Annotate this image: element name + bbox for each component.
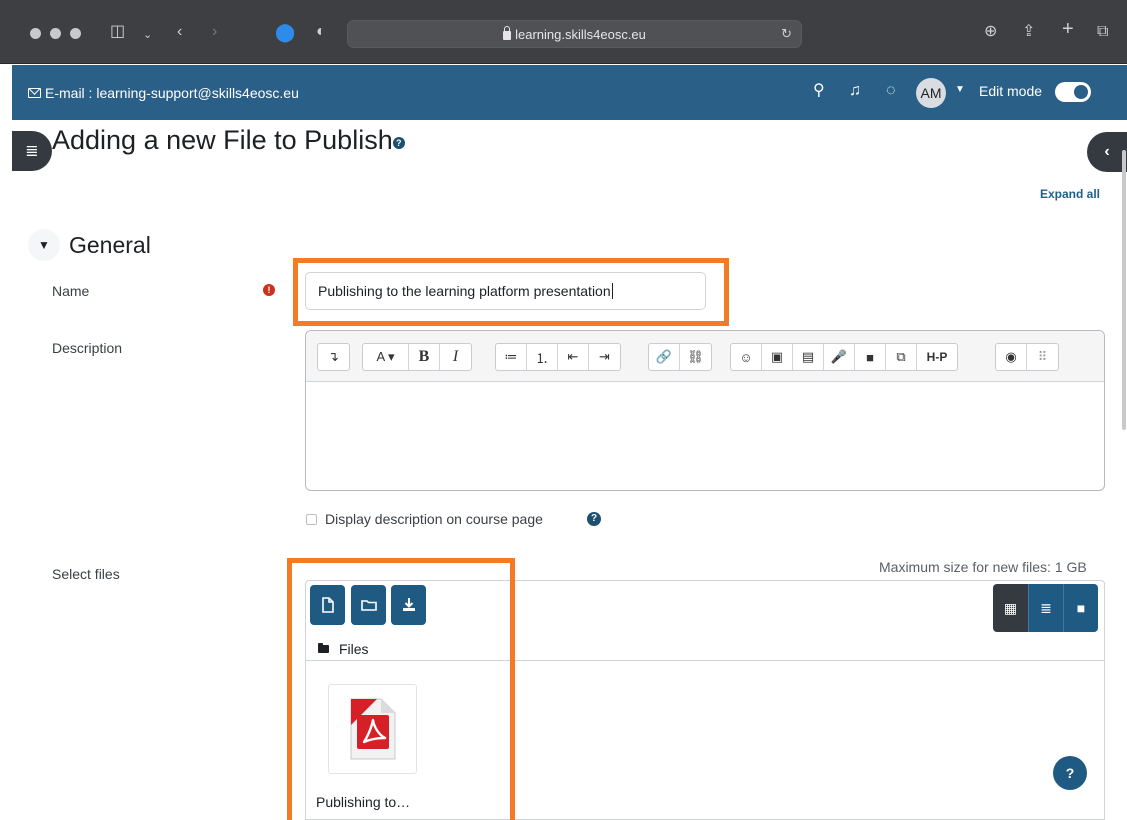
required-icon: ! [263, 284, 275, 296]
section-title: General [69, 232, 151, 258]
files-highlight-frame [287, 558, 515, 820]
chevron-down-icon[interactable]: ⌄ [143, 25, 152, 45]
emoji-button[interactable]: ☺ [731, 344, 762, 370]
display-description-label: Display description on course page [325, 511, 543, 527]
list-icon: ≣ [1040, 599, 1052, 616]
messages-icon[interactable]: ◌ [886, 81, 896, 101]
toolbar-toggle-button[interactable]: ↴ [318, 344, 349, 370]
block-drawer-button[interactable]: ‹ [1087, 132, 1127, 172]
help-icon[interactable]: ? [392, 137, 405, 149]
share-icon[interactable]: ⇪ [1022, 22, 1035, 42]
search-icon[interactable]: ⚲ [813, 81, 825, 101]
toolbar-group-links: 🔗 ⛓ [648, 343, 712, 371]
support-email[interactable]: E-mail : learning-support@skills4eosc.eu [28, 85, 299, 101]
window-controls[interactable] [30, 28, 81, 39]
h5p-button[interactable]: H-P [917, 344, 957, 370]
edit-mode-toggle[interactable] [1055, 82, 1091, 102]
unlink-button[interactable]: ⛓ [680, 344, 711, 370]
outdent-button[interactable]: ⇤ [558, 344, 589, 370]
toolbar-group-expand: ↴ [317, 343, 350, 371]
media-button[interactable]: ▤ [793, 344, 824, 370]
chevron-down-icon: ▼ [38, 238, 50, 252]
image-button[interactable]: ▣ [762, 344, 793, 370]
browser-toolbar: ◫ ⌄ ‹ › ⬤ ◐ learning.skills4eosc.eu ↻ ⊕ … [0, 0, 1127, 64]
italic-button[interactable]: I [440, 344, 471, 370]
page-title-text: Adding a new File to Publish [52, 125, 393, 155]
extension-icon[interactable]: ⬤ [275, 22, 295, 42]
notification-bell-icon[interactable]: ♫ [849, 81, 861, 101]
back-icon[interactable]: ‹ [177, 22, 182, 42]
section-collapse-button[interactable]: ▼ [28, 229, 60, 261]
list-view-button[interactable]: ≣ [1028, 584, 1063, 632]
view-switcher: ▦ ≣ ■ [993, 584, 1098, 632]
toolbar-group-style: A ▾ B I [362, 343, 472, 371]
record-audio-button[interactable]: 🎤 [824, 344, 855, 370]
help-icon[interactable]: ? [587, 512, 601, 526]
tree-view-button[interactable]: ■ [1063, 584, 1098, 632]
bold-button[interactable]: B [409, 344, 440, 370]
sidebar-toggle-icon[interactable]: ◫ [110, 22, 125, 42]
avatar[interactable]: AM [916, 78, 946, 108]
editor-content-area[interactable] [306, 382, 1104, 490]
zoom-window-icon[interactable] [70, 28, 81, 39]
edit-mode-label: Edit mode [979, 83, 1043, 99]
url-text: learning.skills4eosc.eu [515, 27, 646, 42]
toolbar-group-accessibility: ◉ ⠿ [995, 343, 1059, 371]
tab-overview-icon[interactable]: ⧉ [1097, 22, 1108, 42]
name-label: Name [52, 283, 90, 299]
unordered-list-button[interactable]: ≔ [496, 344, 527, 370]
display-description-checkbox[interactable] [306, 514, 317, 525]
screenreader-helper-button[interactable]: ⠿ [1027, 344, 1058, 370]
grid-view-button[interactable]: ▦ [993, 584, 1028, 632]
accessibility-checker-button[interactable]: ◉ [996, 344, 1027, 370]
indent-button[interactable]: ⇥ [589, 344, 620, 370]
close-window-icon[interactable] [30, 28, 41, 39]
select-files-label: Select files [52, 566, 120, 582]
address-bar[interactable]: learning.skills4eosc.eu ↻ [347, 20, 802, 48]
ordered-list-button[interactable]: ⒈ [527, 344, 558, 370]
support-email-text: E-mail : learning-support@skills4eosc.eu [45, 85, 299, 101]
download-icon[interactable]: ⊕ [984, 22, 997, 42]
toolbar-group-media: ☺ ▣ ▤ 🎤 ■ ⧉ H-P [730, 343, 958, 371]
chevron-left-icon: ‹ [1104, 143, 1110, 160]
lock-icon [503, 26, 512, 40]
new-tab-icon[interactable]: + [1062, 19, 1074, 39]
mail-icon [28, 88, 41, 98]
manage-files-button[interactable]: ⧉ [886, 344, 917, 370]
user-menu-chevron-icon[interactable]: ▼ [955, 84, 965, 95]
expand-all-link[interactable]: Expand all [1040, 187, 1100, 201]
scrollbar[interactable] [1122, 150, 1126, 430]
max-file-size-text: Maximum size for new files: 1 GB [879, 559, 1087, 575]
forward-icon: › [212, 23, 218, 40]
paragraph-styles-button[interactable]: A ▾ [363, 344, 409, 370]
grid-icon: ▦ [1003, 599, 1018, 616]
folder-icon: ■ [1076, 600, 1086, 616]
reload-icon[interactable]: ↻ [781, 26, 792, 42]
help-button[interactable]: ? [1053, 756, 1087, 790]
shield-icon[interactable]: ◐ [316, 22, 326, 42]
record-video-button[interactable]: ■ [855, 344, 886, 370]
site-navbar: E-mail : learning-support@skills4eosc.eu… [12, 65, 1127, 120]
name-highlight-frame [293, 258, 729, 326]
page-title: Adding a new File to Publish? [52, 125, 405, 156]
minimize-window-icon[interactable] [50, 28, 61, 39]
editor-toolbar: ↴ A ▾ B I ≔ ⒈ ⇤ ⇥ 🔗 ⛓ ☺ ▣ ▤ 🎤 ■ ⧉ H-P ◉ [306, 331, 1104, 382]
list-icon: ≣ [25, 143, 39, 160]
toolbar-group-lists: ≔ ⒈ ⇤ ⇥ [495, 343, 621, 371]
course-index-drawer-button[interactable]: ≣ [12, 131, 52, 171]
description-editor[interactable]: ↴ A ▾ B I ≔ ⒈ ⇤ ⇥ 🔗 ⛓ ☺ ▣ ▤ 🎤 ■ ⧉ H-P ◉ [305, 330, 1105, 491]
link-button[interactable]: 🔗 [649, 344, 680, 370]
description-label: Description [52, 340, 123, 356]
